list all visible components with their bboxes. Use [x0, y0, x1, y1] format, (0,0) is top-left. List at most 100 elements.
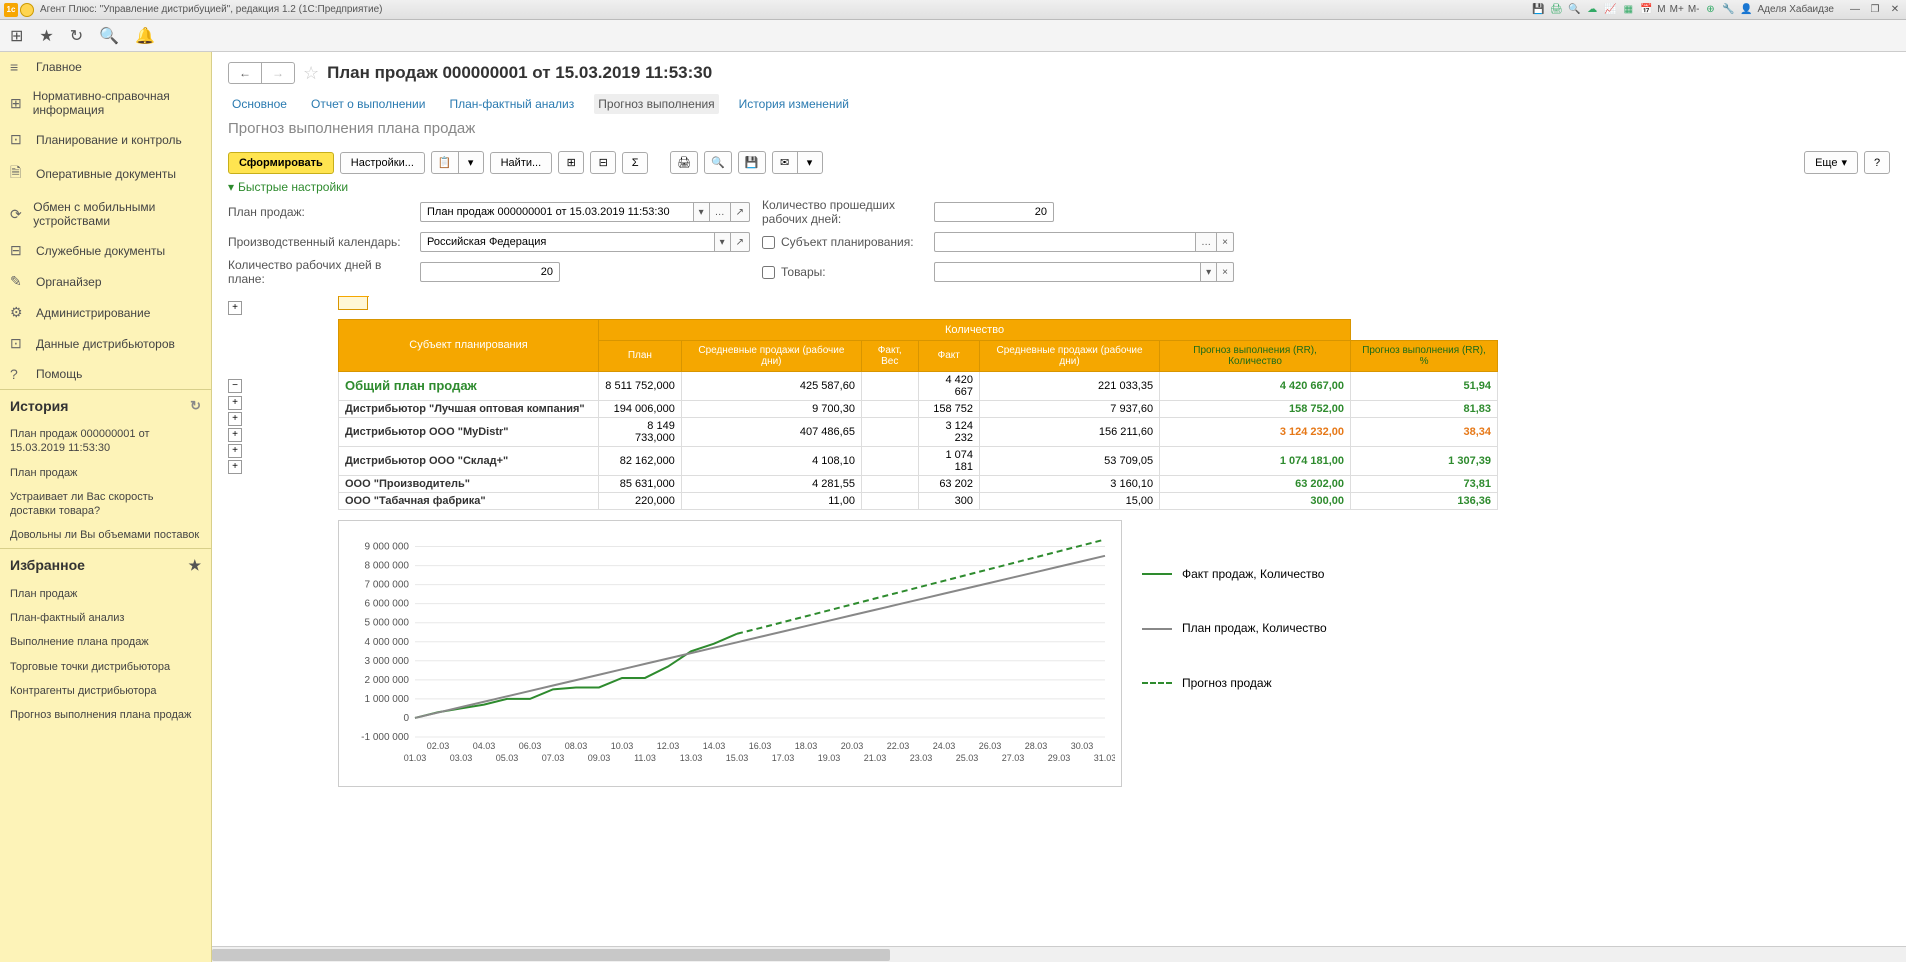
variants-dropdown[interactable]: ▾ — [458, 151, 484, 174]
plan-select-btn[interactable]: ▾ — [694, 202, 710, 222]
sum-button[interactable]: Σ — [622, 152, 648, 174]
email-button[interactable]: ✉ — [772, 151, 798, 174]
fav-link-2[interactable]: Выполнение плана продаж — [0, 630, 211, 654]
fav-star-icon[interactable]: ★ — [188, 557, 201, 574]
minimize-icon[interactable]: — — [1848, 3, 1862, 17]
collapse-all-button[interactable]: ⊟ — [590, 151, 616, 174]
find-button[interactable]: Найти... — [490, 152, 553, 174]
plan-more-btn[interactable]: … — [710, 202, 731, 222]
sidebar-item-6[interactable]: ✎Органайзер — [0, 266, 211, 297]
table-row[interactable]: Общий план продаж8 511 752,000425 587,60… — [339, 371, 1498, 400]
sidebar-item-5[interactable]: ⊟Служебные документы — [0, 235, 211, 266]
fav-link-3[interactable]: Торговые точки дистрибьютора — [0, 655, 211, 679]
sidebar-item-4[interactable]: ⟳Обмен с мобильными устройствами — [0, 193, 211, 235]
row-expand-box[interactable]: + — [228, 428, 242, 442]
svg-text:20.03: 20.03 — [841, 741, 864, 751]
save-button[interactable]: 💾 — [738, 151, 766, 174]
favorites-icon[interactable]: ★ — [39, 26, 53, 46]
close-icon[interactable]: ✕ — [1888, 3, 1902, 17]
subject-input[interactable] — [934, 232, 1196, 252]
fav-link-1[interactable]: План-фактный анализ — [0, 606, 211, 630]
expand-all-button[interactable]: ⊞ — [558, 151, 584, 174]
calendar-icon[interactable]: 📅 — [1639, 3, 1653, 17]
forward-button[interactable]: → — [262, 63, 294, 83]
cloud-icon[interactable]: ☁ — [1585, 3, 1599, 17]
goods-clear-btn[interactable]: × — [1217, 262, 1234, 282]
expand-all-box[interactable]: + — [228, 301, 242, 315]
goods-select-btn[interactable]: ▾ — [1201, 262, 1217, 282]
goods-input[interactable] — [934, 262, 1201, 282]
sidebar-item-9[interactable]: ?Помощь — [0, 359, 211, 389]
settings-button[interactable]: Настройки... — [340, 152, 425, 174]
row-expand-box[interactable]: + — [228, 460, 242, 474]
apps-icon[interactable]: ⊞ — [10, 26, 23, 46]
tab-1[interactable]: Отчет о выполнении — [307, 94, 429, 114]
days-passed-input[interactable] — [934, 202, 1054, 222]
history-link-0[interactable]: План продаж 000000001 от 15.03.2019 11:5… — [0, 422, 211, 461]
table-row[interactable]: ООО "Табачная фабрика"220,00011,0030015,… — [339, 492, 1498, 509]
sidebar-item-3[interactable]: 🗎Оперативные документы — [0, 155, 211, 193]
search-icon[interactable]: 🔍 — [99, 26, 119, 46]
print-icon[interactable]: 🖨 — [1549, 3, 1563, 17]
user-name[interactable]: Аделя Хабаидзе — [1757, 4, 1834, 15]
more-button[interactable]: Еще ▾ — [1804, 151, 1858, 174]
tab-3[interactable]: Прогноз выполнения — [594, 94, 718, 114]
fav-link-0[interactable]: План продаж — [0, 582, 211, 606]
favorite-toggle-icon[interactable]: ☆ — [303, 63, 319, 84]
graph-icon[interactable]: 📈 — [1603, 3, 1617, 17]
table-row[interactable]: Дистрибьютор ООО "MyDistr"8 149 733,0004… — [339, 417, 1498, 446]
mem-icon[interactable]: M — [1657, 4, 1665, 15]
save-icon[interactable]: 💾 — [1531, 3, 1545, 17]
sidebar-item-8[interactable]: ⊡Данные дистрибьюторов — [0, 328, 211, 359]
plan-input[interactable] — [420, 202, 694, 222]
fav-link-4[interactable]: Контрагенты дистрибьютора — [0, 679, 211, 703]
email-dropdown[interactable]: ▾ — [797, 151, 823, 174]
mem-plus-icon[interactable]: M+ — [1670, 4, 1684, 15]
subject-checkbox[interactable] — [762, 236, 775, 249]
table-row[interactable]: Дистрибьютор ООО "Склад+"82 162,0004 108… — [339, 446, 1498, 475]
horizontal-scrollbar[interactable] — [212, 946, 1906, 962]
calendar-open-btn[interactable]: ↗ — [731, 232, 750, 252]
fav-link-5[interactable]: Прогноз выполнения плана продаж — [0, 703, 211, 727]
table-row[interactable]: ООО "Производитель"85 631,0004 281,5563 … — [339, 475, 1498, 492]
back-button[interactable]: ← — [229, 63, 262, 83]
goods-checkbox[interactable] — [762, 266, 775, 279]
row-expand-box[interactable]: + — [228, 444, 242, 458]
sidebar-item-7[interactable]: ⚙Администрирование — [0, 297, 211, 328]
calendar-select-btn[interactable]: ▾ — [715, 232, 731, 252]
history-link-2[interactable]: Устраивает ли Вас скорость доставки това… — [0, 485, 211, 524]
days-plan-input[interactable] — [420, 262, 560, 282]
preview-button[interactable]: 🔍 — [704, 151, 732, 174]
notifications-icon[interactable]: 🔔 — [135, 26, 155, 46]
sidebar-item-1[interactable]: ⊞Нормативно-справочная информация — [0, 82, 211, 124]
print-button[interactable]: 🖨 — [670, 151, 698, 174]
help-button[interactable]: ? — [1864, 151, 1890, 174]
preview-icon[interactable]: 🔍 — [1567, 3, 1581, 17]
tab-2[interactable]: План-фактный анализ — [445, 94, 578, 114]
collapse-total-box[interactable]: − — [228, 379, 242, 393]
sidebar-item-0[interactable]: ≡Главное — [0, 52, 211, 82]
history-link-1[interactable]: План продаж — [0, 461, 211, 485]
generate-button[interactable]: Сформировать — [228, 152, 334, 174]
row-expand-box[interactable]: + — [228, 412, 242, 426]
tab-4[interactable]: История изменений — [735, 94, 853, 114]
tools-icon[interactable]: 🔧 — [1721, 3, 1735, 17]
history-clock-icon[interactable]: ↻ — [190, 398, 201, 414]
svg-text:11.03: 11.03 — [634, 753, 656, 763]
calendar-input[interactable] — [420, 232, 715, 252]
tab-0[interactable]: Основное — [228, 94, 291, 114]
variants-button[interactable]: 📋 — [431, 151, 459, 174]
table-row[interactable]: Дистрибьютор "Лучшая оптовая компания"19… — [339, 400, 1498, 417]
row-expand-box[interactable]: + — [228, 396, 242, 410]
mem-minus-icon[interactable]: M- — [1688, 4, 1700, 15]
plan-open-btn[interactable]: ↗ — [731, 202, 750, 222]
zoom-icon[interactable]: ⊕ — [1703, 3, 1717, 17]
quick-settings-toggle[interactable]: ▾ Быстрые настройки — [228, 180, 1890, 194]
restore-icon[interactable]: ❐ — [1868, 3, 1882, 17]
subject-clear-btn[interactable]: × — [1217, 232, 1234, 252]
sidebar-item-2[interactable]: ⊡Планирование и контроль — [0, 124, 211, 155]
history-link-3[interactable]: Довольны ли Вы объемами поставок — [0, 523, 211, 547]
history-icon[interactable]: ↻ — [70, 26, 83, 46]
grid-icon[interactable]: ▦ — [1621, 3, 1635, 17]
subject-more-btn[interactable]: … — [1196, 232, 1217, 252]
